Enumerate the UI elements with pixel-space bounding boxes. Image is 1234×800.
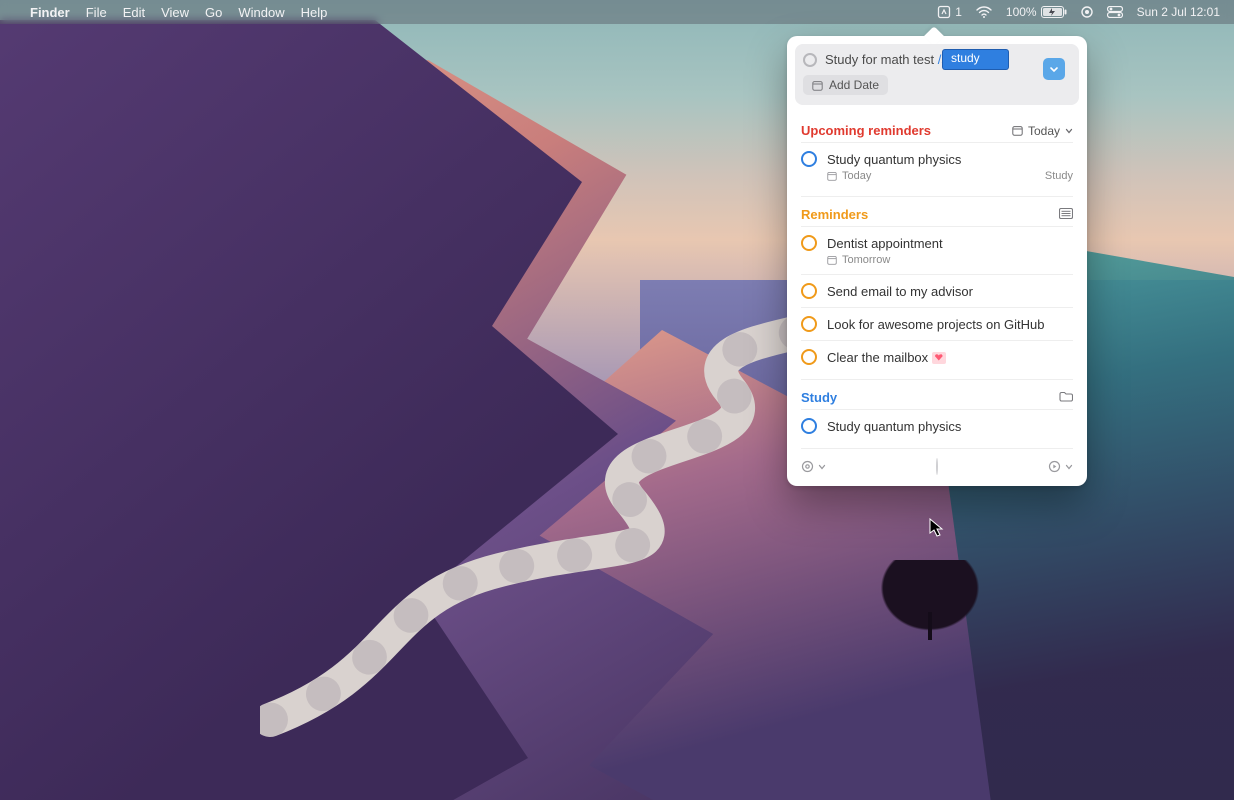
reminder-subdate: Today: [827, 170, 871, 182]
reminder-ring-icon[interactable]: [801, 283, 817, 299]
footer-more-button[interactable]: [1048, 460, 1073, 473]
menubar-extra-app-icon[interactable]: 1: [937, 5, 962, 19]
reminder-ring-icon[interactable]: [801, 151, 817, 167]
wifi-icon[interactable]: [976, 6, 992, 18]
footer-center-button[interactable]: [936, 459, 938, 474]
battery-percent: 100%: [1006, 5, 1037, 19]
chevron-down-icon: [818, 463, 826, 471]
heart-icon: [932, 352, 946, 364]
filter-today[interactable]: Today: [1012, 124, 1073, 138]
compose-bullet-icon: [803, 53, 817, 67]
reminder-item[interactable]: Look for awesome projects on GitHub: [801, 307, 1073, 340]
add-date-label: Add Date: [829, 78, 879, 92]
menubar-extra-count: 1: [955, 5, 962, 19]
reminder-title: Send email to my advisor: [827, 284, 973, 299]
compose-typed-text: Study for math test: [825, 52, 938, 67]
chevron-down-icon: [1065, 127, 1073, 135]
compose-expand-button[interactable]: [1043, 58, 1065, 80]
reminder-title: Study quantum physics: [827, 152, 961, 167]
reminder-title: Clear the mailbox: [827, 350, 946, 365]
section-title-reminders: Reminders: [801, 207, 868, 222]
section-upcoming: Upcoming reminders Today Study quantum p…: [787, 113, 1087, 196]
reminder-item[interactable]: Study quantum physics Today Study: [801, 142, 1073, 190]
reminder-ring-icon[interactable]: [801, 418, 817, 434]
list-icon[interactable]: [1059, 207, 1073, 222]
menu-window[interactable]: Window: [238, 5, 284, 20]
play-circle-icon: [1048, 460, 1061, 473]
mouse-cursor-icon: [929, 518, 947, 536]
reminder-item[interactable]: Study quantum physics: [801, 409, 1073, 442]
menu-edit[interactable]: Edit: [123, 5, 145, 20]
reminder-title: Study quantum physics: [827, 419, 961, 434]
reminder-ring-icon[interactable]: [801, 316, 817, 332]
section-reminders: Reminders Dentist appointment Tomorrow: [787, 197, 1087, 379]
calendar-icon: [812, 80, 823, 91]
reminder-ring-icon[interactable]: [801, 235, 817, 251]
reminder-item[interactable]: Dentist appointment Tomorrow: [801, 226, 1073, 274]
battery-status[interactable]: 100%: [1006, 5, 1067, 19]
section-title-study: Study: [801, 390, 837, 405]
menubar-datetime[interactable]: Sun 2 Jul 12:01: [1137, 5, 1220, 19]
menubar: Finder File Edit View Go Window Help 1 1…: [0, 0, 1234, 24]
reminder-ring-icon[interactable]: [801, 349, 817, 365]
calendar-icon: [827, 255, 837, 265]
menu-file[interactable]: File: [86, 5, 107, 20]
menubar-dot-icon[interactable]: [1081, 6, 1093, 18]
chevron-down-icon: [1065, 463, 1073, 471]
folder-icon[interactable]: [1059, 390, 1073, 405]
gear-icon: [801, 460, 814, 473]
popover-footer: [787, 449, 1087, 486]
reminder-subdate: Tomorrow: [827, 254, 890, 266]
section-study: Study Study quantum physics: [787, 380, 1087, 448]
menu-go[interactable]: Go: [205, 5, 222, 20]
filter-today-label: Today: [1028, 124, 1060, 138]
control-center-icon[interactable]: [1107, 6, 1123, 18]
reminder-item[interactable]: Send email to my advisor: [801, 274, 1073, 307]
compose-area: Study for math test /study study Add Dat…: [795, 44, 1079, 105]
calendar-icon: [827, 171, 837, 181]
reminder-item[interactable]: Clear the mailbox: [801, 340, 1073, 373]
reminder-title: Dentist appointment: [827, 236, 943, 251]
menubar-app[interactable]: Finder: [30, 5, 70, 20]
circle-icon: [936, 458, 938, 475]
footer-settings-button[interactable]: [801, 460, 826, 473]
calendar-icon: [1012, 125, 1023, 136]
menu-view[interactable]: View: [161, 5, 189, 20]
add-date-chip[interactable]: Add Date: [803, 75, 888, 95]
reminder-title: Look for awesome projects on GitHub: [827, 317, 1045, 332]
autocomplete-suggestion[interactable]: study: [943, 50, 1008, 69]
reminder-subtag: Study: [1045, 170, 1073, 182]
menu-help[interactable]: Help: [301, 5, 328, 20]
section-title-upcoming: Upcoming reminders: [801, 123, 931, 138]
reminders-popover: Study for math test /study study Add Dat…: [787, 36, 1087, 486]
